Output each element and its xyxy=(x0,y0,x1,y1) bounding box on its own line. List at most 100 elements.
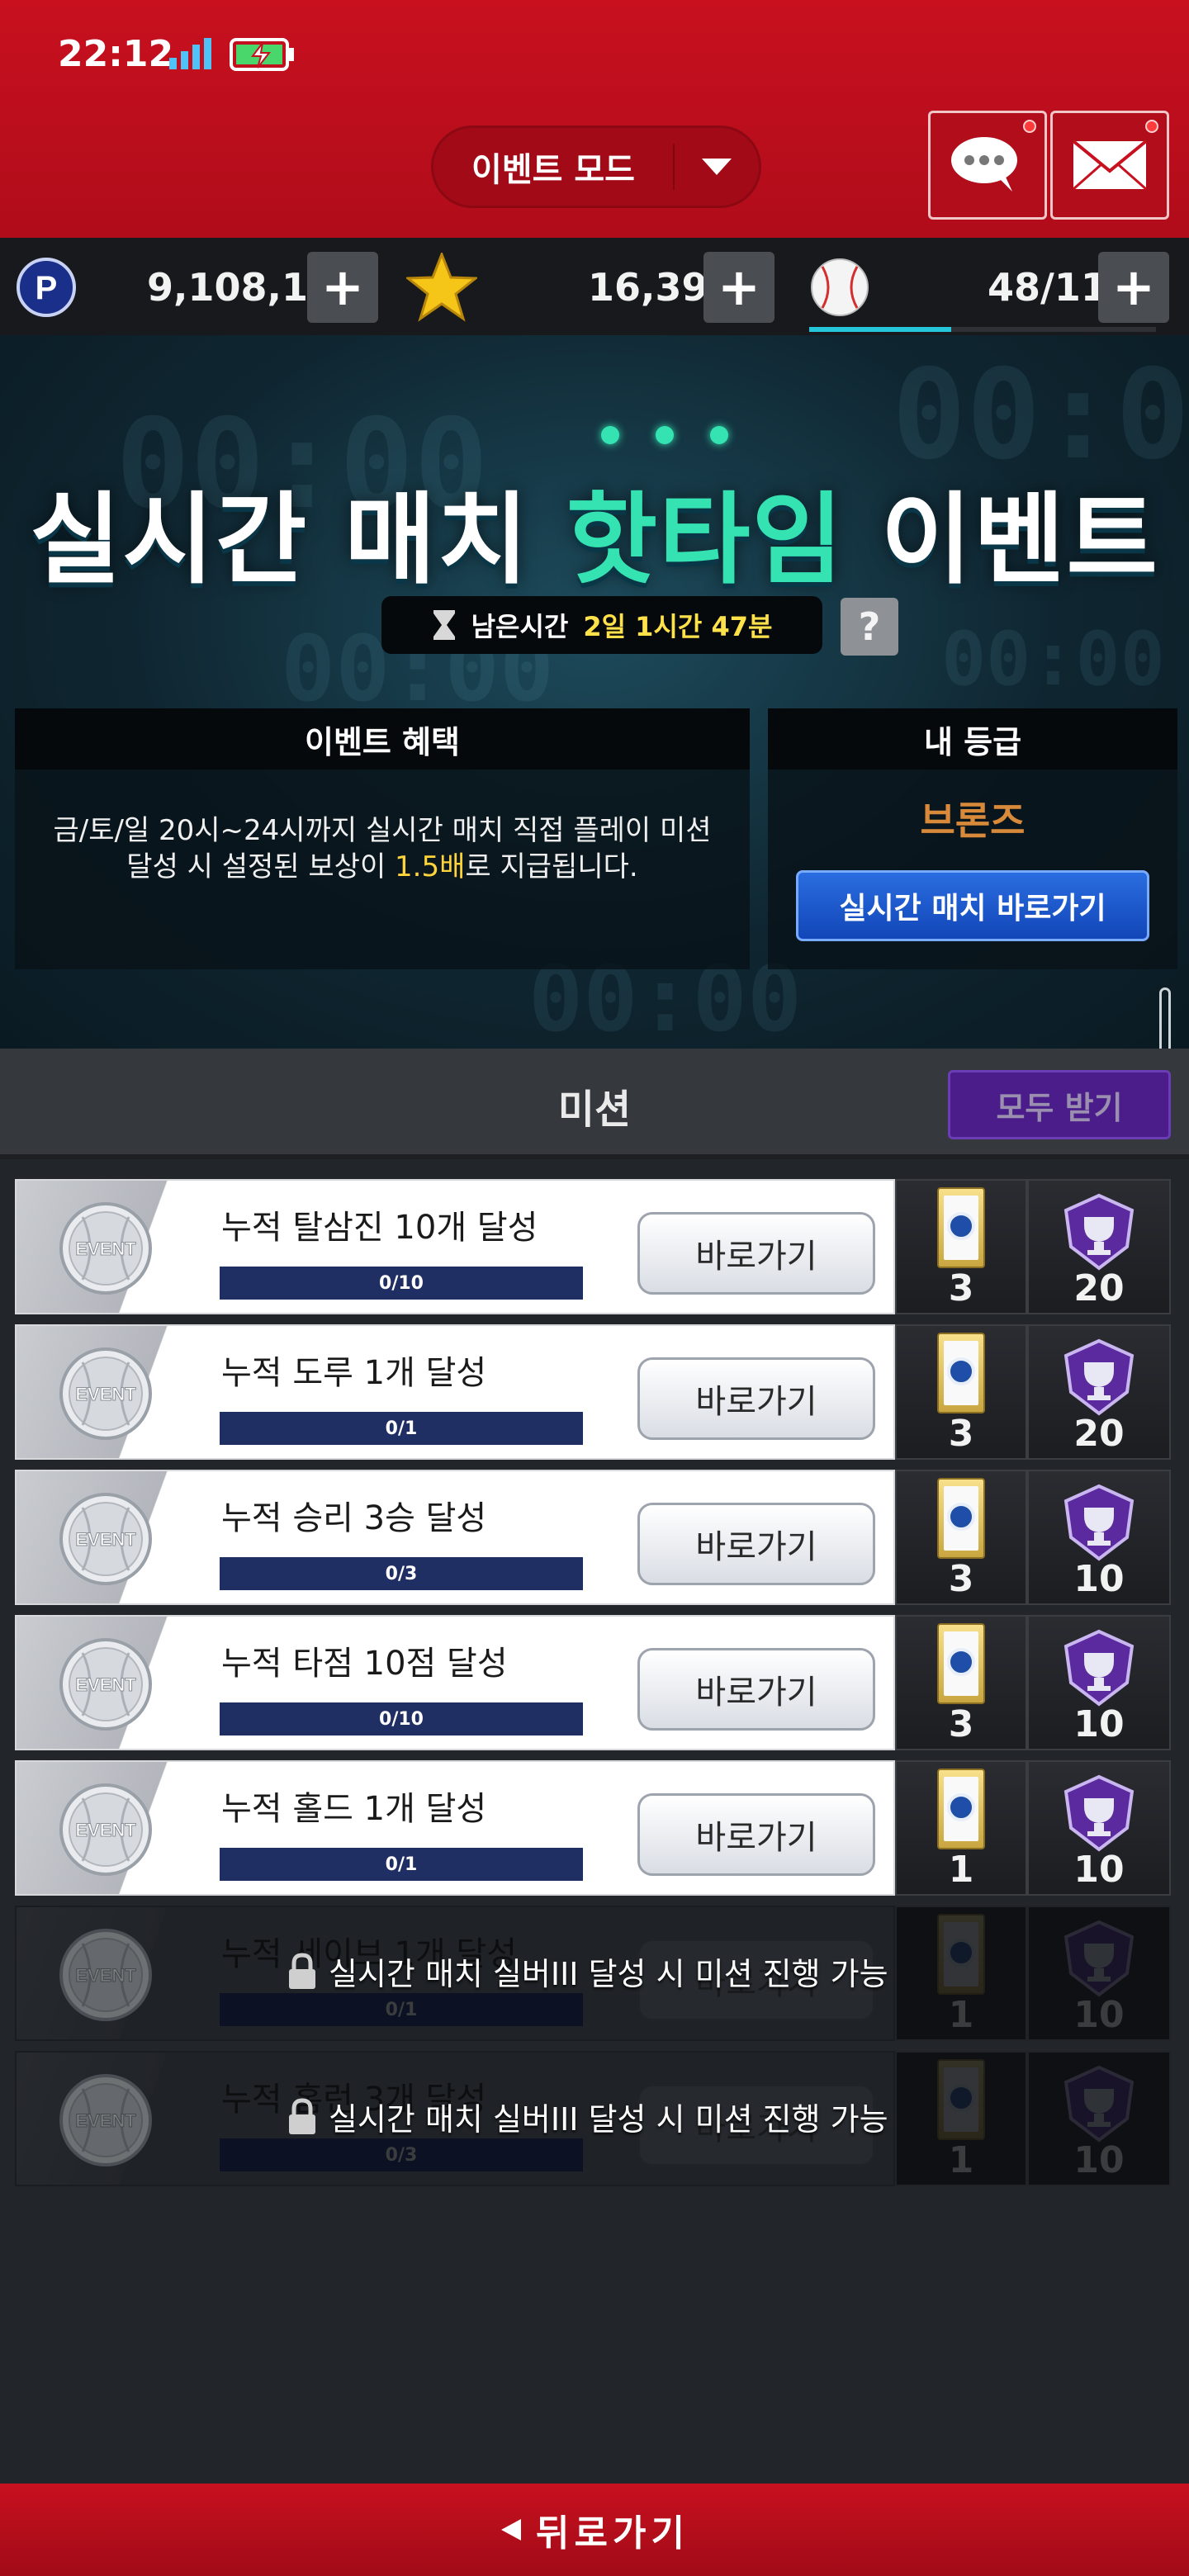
grade-heading: 내 등급 xyxy=(768,708,1177,769)
event-badge-icon: EVENT xyxy=(59,1202,152,1295)
banner-title: 실시간 매치 핫타임 이벤트 xyxy=(0,459,1189,603)
lock-message: 실시간 매치 실버III 달성 시 미션 진행 가능 xyxy=(286,1949,888,1994)
points-icon: P xyxy=(15,253,78,322)
mission-title: 누적 홀드 1개 달성 xyxy=(221,1790,487,1828)
banner-decoration: 00:00 xyxy=(941,616,1165,703)
status-time: 22:12 xyxy=(58,33,174,75)
realtime-match-button[interactable]: 실시간 매치 바로가기 xyxy=(796,870,1149,941)
mission-progress: 0/1 xyxy=(220,1848,583,1881)
mission-row: EVENT 누적 승리 3승 달성 0/3 바로가기 3 10 xyxy=(15,1470,1171,1605)
reward-card-slot: 3 xyxy=(895,1179,1027,1314)
chat-button[interactable] xyxy=(928,111,1047,220)
title-dots xyxy=(601,426,728,444)
top-bar: 22:12 이벤트 모드 xyxy=(0,0,1189,238)
mail-button[interactable] xyxy=(1050,111,1169,220)
mail-icon xyxy=(1072,140,1148,191)
add-points-button[interactable]: + xyxy=(307,252,378,323)
back-button[interactable]: 뒤로가기 xyxy=(0,2484,1189,2576)
mission-row: EVENT 누적 도루 1개 달성 0/1 바로가기 3 20 xyxy=(15,1324,1171,1460)
mission-progress: 0/10 xyxy=(220,1267,583,1300)
notification-dot xyxy=(1023,120,1036,133)
benefit-multiplier: 1.5배 xyxy=(395,850,466,883)
title-suffix: 이벤트 xyxy=(844,483,1159,598)
mission-list: EVENT 누적 탈삼진 10개 달성 0/10 바로가기 3 20 EVENT 누적 도루 … xyxy=(15,1179,1171,2196)
mode-dropdown[interactable]: 이벤트 모드 xyxy=(431,125,761,208)
reward-trophy-slot: 10 xyxy=(1027,1760,1171,1896)
chat-bubble-icon xyxy=(951,137,1017,192)
badge-label: EVENT xyxy=(75,1384,136,1404)
baseball-icon xyxy=(809,253,870,322)
badge-label: EVENT xyxy=(75,1529,136,1550)
trophy-emblem-icon xyxy=(1063,1484,1135,1561)
battery-charging-icon xyxy=(230,38,294,71)
lock-overlay: 실시간 매치 실버III 달성 시 미션 진행 가능 xyxy=(15,1906,1171,2041)
mission-title: 누적 도루 1개 달성 xyxy=(221,1354,487,1392)
player-card-icon xyxy=(937,1333,985,1413)
badge-label: EVENT xyxy=(75,1674,136,1695)
reward-card-count: 3 xyxy=(948,1413,974,1455)
lock-text: 실시간 매치 실버III 달성 시 미션 진행 가능 xyxy=(329,2101,888,2138)
mode-label: 이벤트 모드 xyxy=(471,151,635,189)
benefit-description: 금/토/일 20시~24시까지 실시간 매치 직접 플레이 미션 달성 시 설정… xyxy=(15,769,750,885)
mission-row: EVENT 누적 홀드 1개 달성 0/1 바로가기 1 10 xyxy=(15,1760,1171,1896)
chevron-down-icon xyxy=(675,157,759,177)
benefit-heading: 이벤트 혜택 xyxy=(15,708,750,769)
reward-card-slot: 3 xyxy=(895,1324,1027,1460)
signal-icon xyxy=(169,38,211,69)
event-badge-icon: EVENT xyxy=(59,1638,152,1731)
reward-card-count: 3 xyxy=(948,1558,974,1600)
benefit-panel: 이벤트 혜택 금/토/일 20시~24시까지 실시간 매치 직접 플레이 미션 … xyxy=(15,708,750,969)
mission-go-button[interactable]: 바로가기 xyxy=(637,1648,875,1731)
mission-progress: 0/1 xyxy=(220,1412,583,1445)
mission-body: EVENT 누적 탈삼진 10개 달성 0/10 바로가기 xyxy=(15,1179,895,1314)
mission-row: EVENT 누적 탈삼진 10개 달성 0/10 바로가기 3 20 xyxy=(15,1179,1171,1314)
reward-trophy-slot: 10 xyxy=(1027,1470,1171,1605)
reward-trophy-slot: 20 xyxy=(1027,1324,1171,1460)
grade-panel: 내 등급 브론즈 실시간 매치 바로가기 xyxy=(768,708,1177,969)
mission-go-button[interactable]: 바로가기 xyxy=(637,1793,875,1876)
trophy-emblem-icon xyxy=(1063,1629,1135,1707)
mission-body: EVENT 누적 타점 10점 달성 0/10 바로가기 xyxy=(15,1615,895,1750)
back-label: 뒤로가기 xyxy=(536,2512,689,2555)
add-stamina-button[interactable]: + xyxy=(1098,252,1169,323)
stamina-progress xyxy=(809,327,1156,332)
timer-value: 2일 1시간 47분 xyxy=(583,611,773,642)
trophy-emblem-icon xyxy=(1063,1338,1135,1416)
mission-go-button[interactable]: 바로가기 xyxy=(637,1503,875,1585)
reward-trophy-count: 20 xyxy=(1073,1267,1125,1309)
event-badge-icon: EVENT xyxy=(59,1493,152,1585)
mission-header: 미션 모두 받기 xyxy=(0,1049,1189,1159)
help-button[interactable]: ? xyxy=(841,598,898,656)
mission-body: EVENT 누적 승리 3승 달성 0/3 바로가기 xyxy=(15,1470,895,1605)
mission-progress: 0/10 xyxy=(220,1702,583,1735)
event-badge-icon: EVENT xyxy=(59,1783,152,1876)
event-screen: 22:12 이벤트 모드 P 9,108,162 + 16,390 + 48/1… xyxy=(0,0,1189,2576)
trophy-emblem-icon xyxy=(1063,1193,1135,1271)
badge-label: EVENT xyxy=(75,1820,136,1840)
mission-row: EVENT누적 세이브 1개 달성0/1바로가기110실시간 매치 실버III … xyxy=(15,1906,1171,2041)
back-arrow-icon xyxy=(501,2519,522,2540)
player-card-icon xyxy=(937,1187,985,1268)
mission-progress: 0/3 xyxy=(220,1557,583,1590)
lock-overlay: 실시간 매치 실버III 달성 시 미션 진행 가능 xyxy=(15,2051,1171,2186)
reward-trophy-count: 10 xyxy=(1073,1558,1125,1600)
event-badge-icon: EVENT xyxy=(59,1347,152,1440)
mission-body: EVENT 누적 도루 1개 달성 0/1 바로가기 xyxy=(15,1324,895,1460)
mission-go-button[interactable]: 바로가기 xyxy=(637,1357,875,1440)
reward-trophy-count: 10 xyxy=(1073,1849,1125,1891)
mission-row: EVENT누적 홈런 3개 달성0/3바로가기110실시간 매치 실버III 달… xyxy=(15,2051,1171,2186)
add-stars-button[interactable]: + xyxy=(703,252,775,323)
claim-all-button[interactable]: 모두 받기 xyxy=(948,1070,1171,1139)
benefit-text-end: 로 지급됩니다. xyxy=(465,850,638,883)
reward-card-count: 3 xyxy=(948,1703,974,1745)
reward-card-count: 1 xyxy=(948,1849,974,1891)
mission-go-button[interactable]: 바로가기 xyxy=(637,1212,875,1295)
currency-bar: P 9,108,162 + 16,390 + 48/118 + xyxy=(0,238,1189,335)
notification-dot xyxy=(1145,120,1158,133)
reward-trophy-count: 20 xyxy=(1073,1413,1125,1455)
lock-icon xyxy=(289,1952,315,1989)
player-card-icon xyxy=(937,1623,985,1704)
mission-row: EVENT 누적 타점 10점 달성 0/10 바로가기 3 10 xyxy=(15,1615,1171,1750)
trophy-emblem-icon xyxy=(1063,1774,1135,1852)
mission-title: 누적 타점 10점 달성 xyxy=(221,1645,508,1683)
